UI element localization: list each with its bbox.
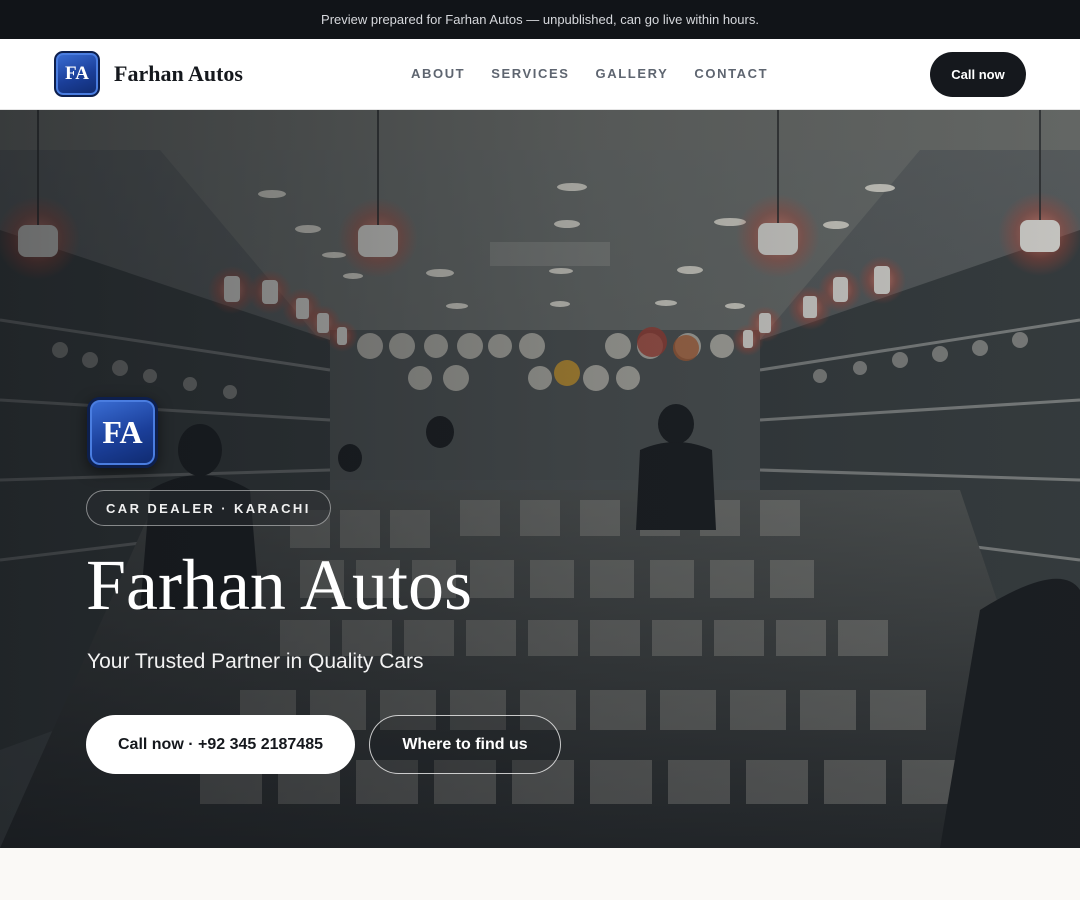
nav-link-about[interactable]: ABOUT xyxy=(411,66,465,81)
brand-name: Farhan Autos xyxy=(114,61,243,86)
site-header: FA Farhan Autos ABOUT SERVICES GALLERY C… xyxy=(0,39,1080,110)
hero-category-tag: CAR DEALER · KARACHI xyxy=(86,490,331,526)
preview-banner: Preview prepared for Farhan Autos — unpu… xyxy=(0,0,1080,39)
call-now-button[interactable]: Call now xyxy=(930,52,1026,97)
hero-subtitle: Your Trusted Partner in Quality Cars xyxy=(87,650,424,673)
nav-link-contact[interactable]: CONTACT xyxy=(694,66,768,81)
brand[interactable]: FA Farhan Autos xyxy=(54,51,243,97)
nav-link-gallery[interactable]: GALLERY xyxy=(596,66,669,81)
call-phone-button[interactable]: Call now · +92 345 2187485 xyxy=(86,715,355,774)
preview-banner-text: Preview prepared for Farhan Autos — unpu… xyxy=(321,12,759,27)
hero-logo: FA xyxy=(87,397,158,468)
brand-logo: FA xyxy=(54,51,100,97)
hero-title: Farhan Autos xyxy=(86,545,472,625)
find-us-button[interactable]: Where to find us xyxy=(369,715,561,774)
main-nav: ABOUT SERVICES GALLERY CONTACT xyxy=(411,66,794,81)
hero-section: FA CAR DEALER · KARACHI Farhan Autos You… xyxy=(0,110,1080,848)
nav-link-services[interactable]: SERVICES xyxy=(491,66,569,81)
